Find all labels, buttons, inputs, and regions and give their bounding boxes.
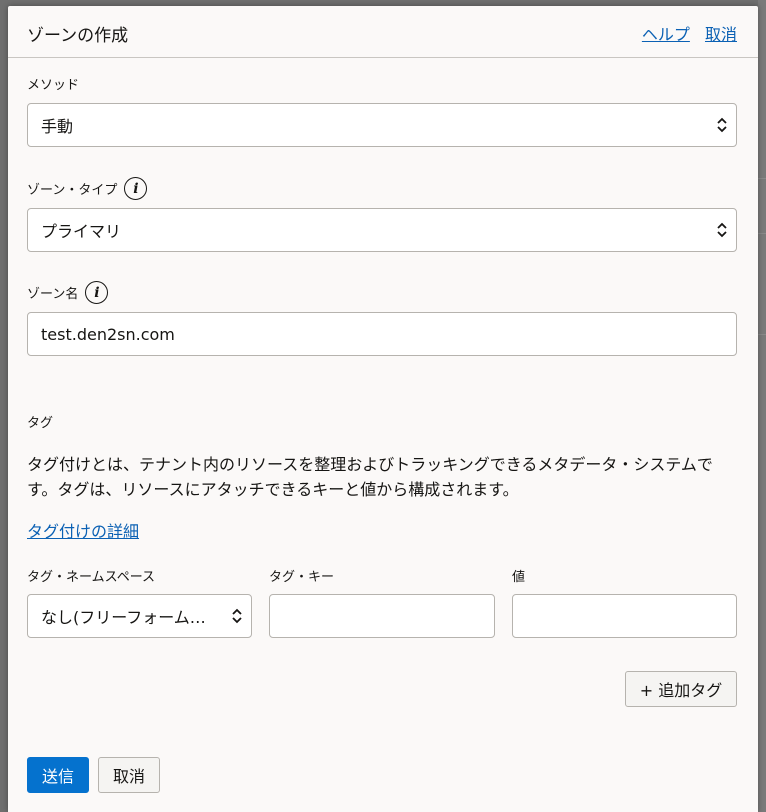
method-label-text: メソッド bbox=[27, 78, 80, 93]
panel-header: ゾーンの作成 ヘルプ 取消 bbox=[8, 6, 758, 58]
tag-key-label: タグ・キー bbox=[269, 566, 334, 585]
zone-type-label-text: ゾーン・タイプ bbox=[27, 183, 118, 198]
zone-type-label: ゾーン・タイプ i bbox=[27, 177, 148, 200]
backdrop bbox=[758, 0, 766, 812]
tags-description: タグ付けとは、テナント内のリソースを整理およびトラッキングできるメタデータ・シス… bbox=[27, 455, 713, 499]
info-icon[interactable]: i bbox=[124, 177, 148, 200]
tag-value-label-text: 値 bbox=[512, 570, 526, 585]
zone-name-label-text: ゾーン名 bbox=[27, 287, 79, 302]
zone-name-input[interactable]: test.den2sn.com bbox=[27, 312, 737, 356]
zone-name-label: ゾーン名 i bbox=[27, 281, 109, 304]
tag-value-input[interactable] bbox=[512, 594, 737, 638]
create-zone-panel: ゾーンの作成 ヘルプ 取消 メソッド 手動 ゾーン・タイプ i プライマリ ゾー… bbox=[8, 6, 758, 812]
backdrop-line bbox=[758, 334, 766, 335]
backdrop-line bbox=[758, 233, 766, 234]
tag-key-input[interactable] bbox=[269, 594, 495, 638]
zone-name-input-value: test.den2sn.com bbox=[41, 324, 175, 344]
method-select-value: 手動 bbox=[41, 117, 74, 136]
tag-namespace-label-text: タグ・ネームスペース bbox=[27, 570, 156, 585]
tag-value-label: 値 bbox=[512, 566, 525, 585]
header-links: ヘルプ 取消 bbox=[632, 21, 737, 45]
submit-button[interactable]: 送信 bbox=[27, 757, 89, 793]
backdrop-line bbox=[758, 178, 766, 179]
method-select[interactable]: 手動 bbox=[27, 103, 737, 147]
tag-namespace-select[interactable]: なし(フリーフォーム… bbox=[27, 594, 252, 638]
tag-namespace-select-value: なし(フリーフォーム… bbox=[41, 608, 206, 627]
zone-type-select-value: プライマリ bbox=[41, 222, 122, 241]
chevron-up-down-icon bbox=[232, 608, 242, 624]
tag-key-label-text: タグ・キー bbox=[269, 570, 335, 585]
tags-section-label: タグ bbox=[27, 412, 53, 431]
header-cancel-link[interactable]: 取消 bbox=[705, 25, 737, 44]
help-link[interactable]: ヘルプ bbox=[642, 25, 690, 44]
cancel-button[interactable]: 取消 bbox=[98, 757, 160, 793]
chevron-up-down-icon bbox=[717, 117, 727, 133]
add-tag-button[interactable]: + 追加タグ bbox=[625, 671, 737, 707]
info-icon[interactable]: i bbox=[85, 281, 109, 304]
chevron-up-down-icon bbox=[717, 222, 727, 238]
panel-title: ゾーンの作成 bbox=[27, 26, 129, 46]
tag-namespace-label: タグ・ネームスペース bbox=[27, 566, 155, 585]
tags-section-label-text: タグ bbox=[27, 416, 54, 431]
method-label: メソッド bbox=[27, 74, 79, 93]
tags-details-link[interactable]: タグ付けの詳細 bbox=[27, 518, 139, 542]
zone-type-select[interactable]: プライマリ bbox=[27, 208, 737, 252]
